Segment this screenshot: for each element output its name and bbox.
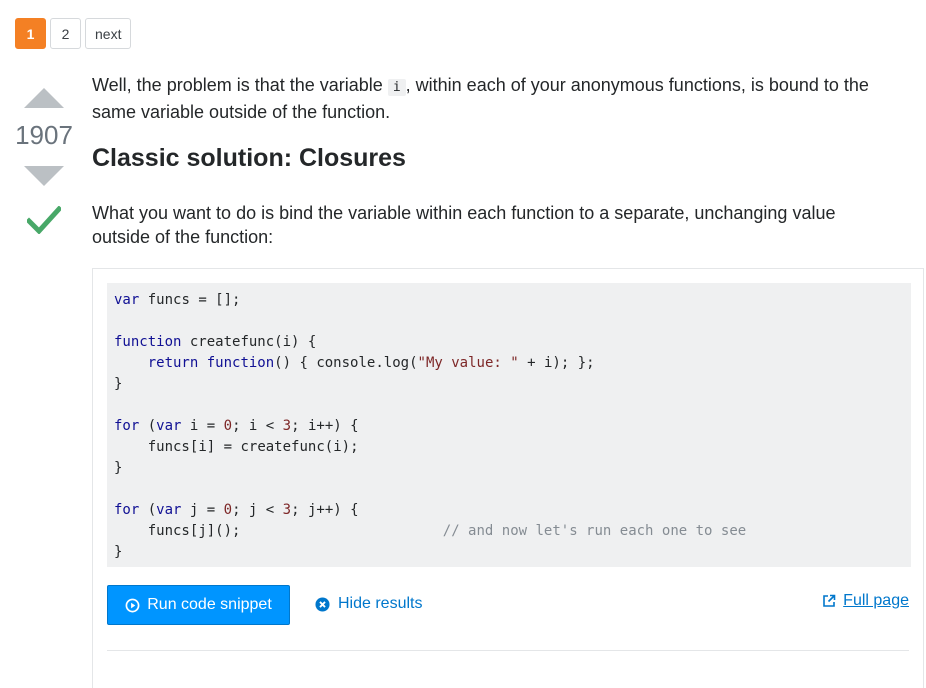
code-line: }	[114, 544, 123, 560]
code-block: var funcs = []; function createfunc(i) { …	[107, 283, 911, 567]
vote-cell: 1907	[14, 82, 74, 234]
vote-count: 1907	[15, 120, 73, 150]
code-line: for (var j = 0; j < 3; j++) {	[114, 502, 359, 518]
answer-paragraph-1: Well, the problem is that the variable i…	[92, 75, 869, 122]
code-line: var funcs = [];	[114, 292, 241, 308]
next-page-button[interactable]: next	[85, 18, 132, 49]
pagination: 1 2 next	[15, 18, 132, 49]
full-page-link[interactable]: Full page	[822, 592, 909, 610]
play-icon	[125, 598, 140, 612]
run-code-snippet-button[interactable]: Run code snippet	[107, 585, 290, 625]
external-link-icon	[823, 594, 836, 607]
code-line: function createfunc(i) {	[114, 334, 317, 350]
code-line: funcs[i] = createfunc(i);	[147, 439, 359, 455]
answer-body: Well, the problem is that the variable i…	[92, 73, 924, 688]
code-line: for (var i = 0; i < 3; i++) {	[114, 418, 359, 434]
code-line: }	[114, 376, 123, 392]
upvote-arrow-icon[interactable]	[24, 88, 64, 108]
code-snippet: var funcs = []; function createfunc(i) { …	[92, 268, 924, 688]
divider	[107, 650, 909, 651]
answer-paragraph-2: What you want to do is bind the variable…	[92, 203, 836, 247]
hide-results-button[interactable]: Hide results	[315, 595, 422, 613]
section-heading: Classic solution: Closures	[92, 144, 406, 172]
code-line: funcs[j](); // and now let's run each on…	[147, 523, 747, 539]
page-1-button[interactable]: 1	[15, 18, 46, 49]
inline-code: i	[387, 79, 406, 96]
code-line: return function() { console.log("My valu…	[147, 355, 595, 371]
downvote-arrow-icon[interactable]	[24, 166, 64, 186]
close-circle-icon	[315, 596, 330, 612]
accepted-checkmark-icon	[27, 206, 61, 234]
code-line: }	[114, 460, 123, 476]
page-2-button[interactable]: 2	[50, 18, 81, 49]
